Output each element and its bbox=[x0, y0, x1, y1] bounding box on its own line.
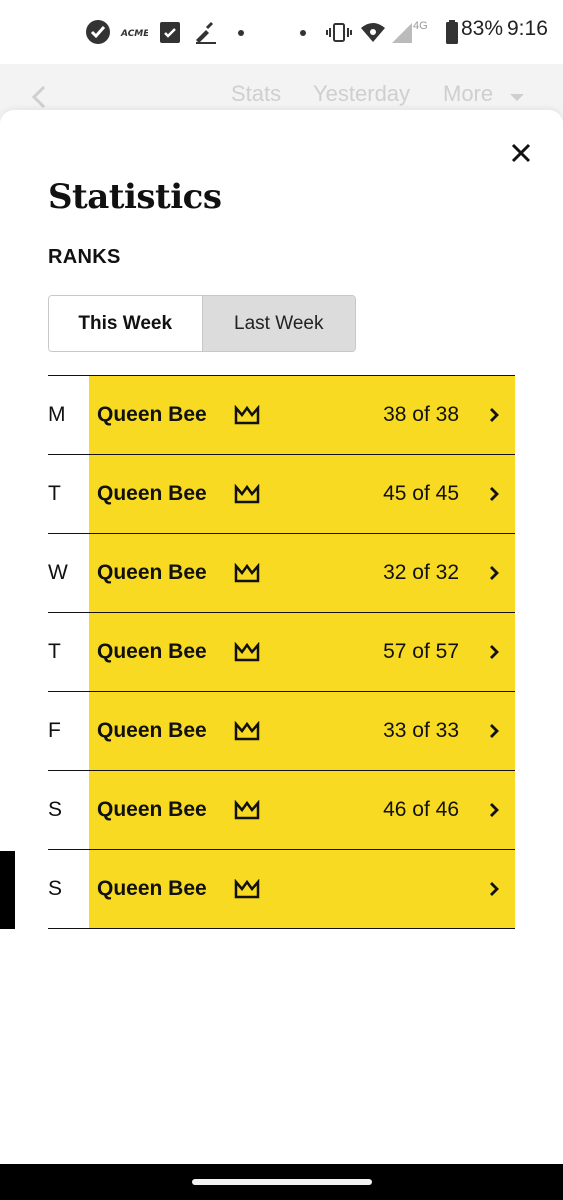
rank-name: Queen Bee bbox=[97, 640, 207, 663]
signal-icon bbox=[392, 23, 412, 43]
rank-name: Queen Bee bbox=[97, 877, 207, 900]
rank-cell: Queen Bee 57 of 57 bbox=[89, 613, 515, 691]
day-label: S bbox=[48, 798, 63, 821]
rank-cell: Queen Bee bbox=[89, 850, 515, 928]
rank-row[interactable]: F Queen Bee 33 of 33 bbox=[48, 692, 515, 771]
statistics-sheet: Statistics RANKS This Week Last Week M Q… bbox=[0, 110, 563, 1164]
caret-down-icon[interactable] bbox=[509, 93, 525, 103]
chevron-right-icon[interactable] bbox=[487, 565, 501, 581]
day-label: T bbox=[48, 640, 61, 663]
calendar-icon bbox=[160, 22, 180, 43]
nav-stats[interactable]: Stats bbox=[231, 81, 281, 107]
rank-row[interactable]: S Queen Bee bbox=[48, 850, 515, 929]
rank-cell: Queen Bee 38 of 38 bbox=[89, 376, 515, 454]
tab-last-week[interactable]: Last Week bbox=[201, 296, 355, 351]
home-gesture-pill[interactable] bbox=[192, 1179, 372, 1185]
chevron-right-icon[interactable] bbox=[487, 723, 501, 739]
day-label: M bbox=[48, 403, 66, 426]
system-nav-bar bbox=[0, 1164, 563, 1200]
rank-row[interactable]: W Queen Bee 32 of 32 bbox=[48, 534, 515, 613]
rank-cell: Queen Bee 45 of 45 bbox=[89, 455, 515, 533]
chevron-right-icon[interactable] bbox=[487, 644, 501, 660]
dot-icon bbox=[238, 30, 244, 36]
close-icon[interactable] bbox=[506, 138, 536, 168]
edge-handle[interactable] bbox=[0, 851, 15, 929]
page-title: Statistics bbox=[48, 177, 222, 217]
crown-icon bbox=[234, 563, 260, 583]
day-label: S bbox=[48, 877, 63, 900]
chevron-right-icon[interactable] bbox=[487, 486, 501, 502]
rank-name: Queen Bee bbox=[97, 719, 207, 742]
crown-icon bbox=[234, 484, 260, 504]
score: 38 of 38 bbox=[383, 403, 459, 426]
rank-row[interactable]: S Queen Bee 46 of 46 bbox=[48, 771, 515, 850]
rank-name: Queen Bee bbox=[97, 482, 207, 505]
wifi-icon bbox=[361, 23, 385, 42]
rank-row[interactable]: T Queen Bee 45 of 45 bbox=[48, 455, 515, 534]
rank-cell: Queen Bee 46 of 46 bbox=[89, 771, 515, 849]
acme-icon: ACME bbox=[120, 29, 148, 39]
vibrate-icon bbox=[326, 23, 352, 42]
network-label: 4G bbox=[413, 20, 428, 32]
crown-icon bbox=[234, 721, 260, 741]
chevron-right-icon[interactable] bbox=[487, 881, 501, 897]
signature-icon bbox=[196, 21, 216, 44]
week-toggle: This Week Last Week bbox=[48, 295, 356, 352]
chevron-right-icon[interactable] bbox=[487, 802, 501, 818]
nav-more[interactable]: More bbox=[443, 81, 493, 107]
battery-icon bbox=[446, 20, 458, 44]
crown-icon bbox=[234, 405, 260, 425]
day-label: T bbox=[48, 482, 61, 505]
rank-cell: Queen Bee 33 of 33 bbox=[89, 692, 515, 770]
score: 45 of 45 bbox=[383, 482, 459, 505]
day-label: W bbox=[48, 561, 68, 584]
crown-icon bbox=[234, 642, 260, 662]
svg-text:ACME: ACME bbox=[120, 29, 148, 39]
score: 32 of 32 bbox=[383, 561, 459, 584]
rank-row[interactable]: T Queen Bee 57 of 57 bbox=[48, 613, 515, 692]
rank-cell: Queen Bee 32 of 32 bbox=[89, 534, 515, 612]
check-circle-icon bbox=[86, 20, 110, 44]
section-label-ranks: RANKS bbox=[48, 246, 121, 268]
dot-icon bbox=[300, 30, 306, 36]
nav-yesterday[interactable]: Yesterday bbox=[313, 81, 410, 107]
battery-percent: 83% bbox=[461, 17, 504, 40]
chevron-right-icon[interactable] bbox=[487, 407, 501, 423]
score: 33 of 33 bbox=[383, 719, 459, 742]
status-bar: ACME 4G 83% 9:16 bbox=[0, 0, 563, 64]
chevron-left-icon[interactable] bbox=[28, 84, 50, 110]
clock: 9:16 bbox=[507, 17, 548, 40]
rank-name: Queen Bee bbox=[97, 403, 207, 426]
day-label: F bbox=[48, 719, 61, 742]
rank-name: Queen Bee bbox=[97, 561, 207, 584]
score: 46 of 46 bbox=[383, 798, 459, 821]
ranks-table: M Queen Bee 38 of 38 T Queen Bee 45 of 4… bbox=[48, 375, 515, 929]
rank-row[interactable]: M Queen Bee 38 of 38 bbox=[48, 376, 515, 455]
crown-icon bbox=[234, 800, 260, 820]
score: 57 of 57 bbox=[383, 640, 459, 663]
rank-name: Queen Bee bbox=[97, 798, 207, 821]
crown-icon bbox=[234, 879, 260, 899]
tab-this-week[interactable]: This Week bbox=[49, 296, 202, 351]
